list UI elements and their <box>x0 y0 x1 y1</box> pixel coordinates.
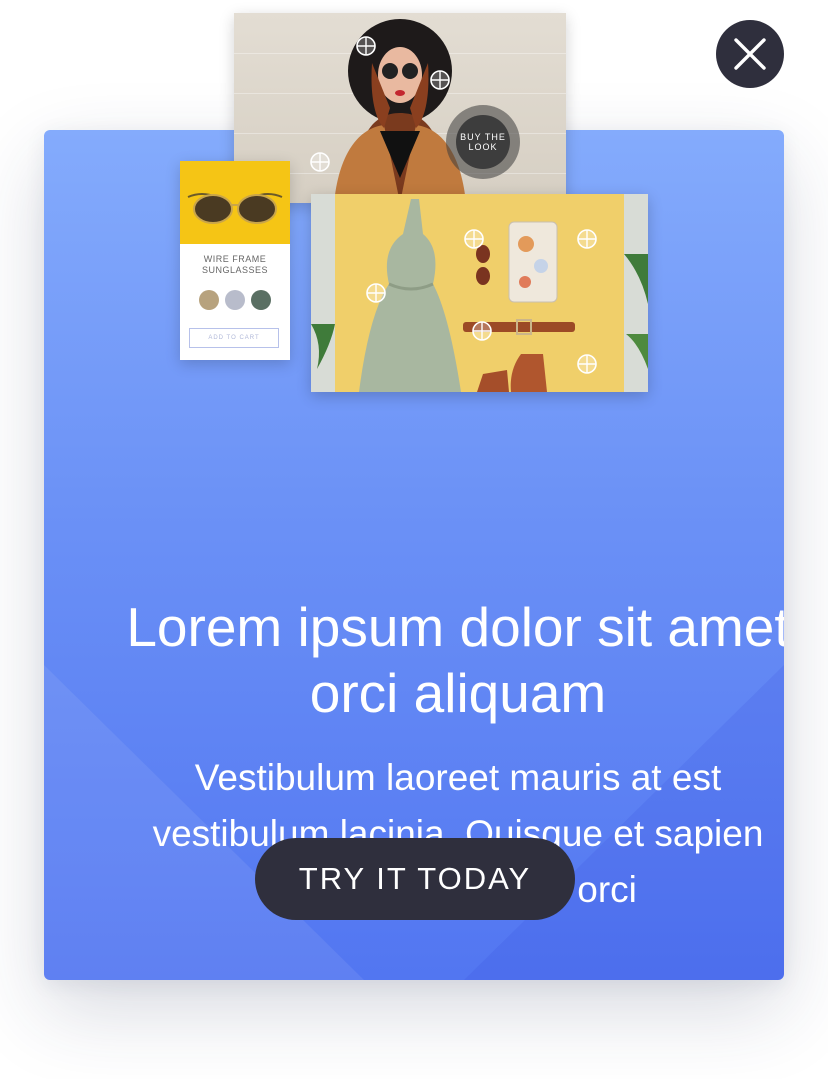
swatch-tan[interactable] <box>199 290 219 310</box>
plus-circle-icon[interactable] <box>464 229 484 249</box>
buy-the-look-label: BUY THE LOOK <box>456 115 510 169</box>
buy-the-look-button[interactable]: BUY THE LOOK <box>446 105 520 179</box>
swatch-green[interactable] <box>251 290 271 310</box>
flat-lay-photo <box>311 194 648 392</box>
plus-circle-icon[interactable] <box>430 70 450 90</box>
flat-lay-illustration <box>311 194 648 392</box>
product-card: WIRE FRAME SUNGLASSES ADD TO CART <box>180 161 290 360</box>
product-name: WIRE FRAME SUNGLASSES <box>201 254 269 275</box>
color-swatches <box>180 290 290 310</box>
add-to-cart-button[interactable]: ADD TO CART <box>189 328 279 348</box>
sunglasses-image <box>180 161 290 244</box>
try-it-today-button[interactable]: TRY IT TODAY <box>255 838 575 920</box>
headline: Lorem ipsum dolor sit amet orci aliquam <box>126 596 784 724</box>
plus-circle-icon[interactable] <box>356 36 376 56</box>
sunglasses-icon <box>187 193 283 224</box>
swatch-grey[interactable] <box>225 290 245 310</box>
plus-circle-icon[interactable] <box>472 321 492 341</box>
close-button[interactable] <box>716 20 784 88</box>
plus-circle-icon[interactable] <box>310 152 330 172</box>
plus-circle-icon[interactable] <box>577 354 597 374</box>
plus-circle-icon[interactable] <box>366 283 386 303</box>
plus-circle-icon[interactable] <box>577 229 597 249</box>
close-icon <box>734 38 766 70</box>
